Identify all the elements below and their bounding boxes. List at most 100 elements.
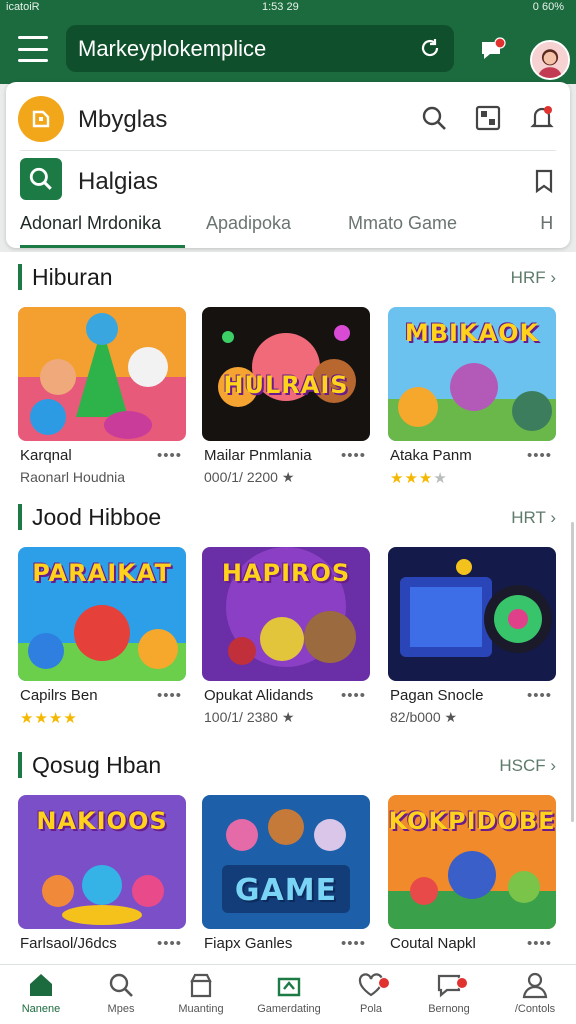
profile-icon (522, 972, 548, 999)
brand-logo (18, 96, 64, 142)
home-icon (30, 974, 52, 996)
section-qosug-hban: Qosug Hban HSCF › NAKIOOS Farlsaol/J6dcs… (0, 740, 576, 952)
brand-row: Mbyglas (6, 94, 570, 144)
game-subtitle: 100/1/ 2380 ★ (204, 709, 295, 725)
tab-mmato-game[interactable]: Mmato Game (348, 206, 457, 248)
game-thumbnail[interactable]: GAME (202, 795, 370, 929)
bookmark-icon[interactable] (532, 168, 556, 194)
nav-search[interactable]: Mpes (80, 971, 162, 1015)
more-options-icon[interactable]: •••• (341, 935, 366, 952)
game-subtitle: 000/1/ 2200 ★ (204, 469, 295, 485)
search-input[interactable] (78, 33, 408, 65)
search-icon (29, 167, 52, 190)
clock: 1:53 29 (262, 1, 299, 13)
game-title: Fiapx Ganles (204, 935, 293, 952)
more-options-icon[interactable]: •••• (157, 687, 182, 704)
game-thumbnail[interactable] (388, 547, 556, 681)
section-header: Qosug Hban HSCF › (0, 740, 576, 780)
notification-icon[interactable] (528, 104, 556, 132)
game-icon (277, 977, 301, 997)
tab-apadipoka[interactable]: Apadipoka (206, 206, 291, 248)
game-card[interactable]: MBIKAOK Ataka Panm •••• ★★★★ (388, 307, 556, 487)
notification-badge (456, 977, 468, 989)
game-title: Ataka Panm (390, 447, 472, 464)
tab-adonarl[interactable]: Adonarl Mrdonika (20, 206, 185, 248)
carrier-text: icatoiR (6, 1, 40, 13)
section-header: Jood Hibboe HRT › (0, 492, 576, 532)
game-card[interactable]: Karqnal •••• Raonarl Houdnia (18, 307, 186, 485)
battery-text: 0 60% (532, 1, 564, 13)
search-icon (109, 973, 133, 997)
menu-icon[interactable] (18, 36, 48, 62)
game-card[interactable]: HAPIROS Opukat Alidands •••• 100/1/ 2380… (202, 547, 370, 725)
category-tabs: Adonarl Mrdonika Apadipoka Mmato Game ᕼ (6, 206, 570, 248)
nav-profile[interactable]: /Contols (494, 971, 576, 1015)
status-bar: icatoiR 1:53 29 0 60% (0, 0, 576, 14)
more-options-icon[interactable]: •••• (527, 935, 552, 952)
divider (20, 150, 556, 151)
more-options-icon[interactable]: •••• (527, 687, 552, 704)
game-card[interactable]: KOKPIDOBE Coutal Napkl •••• (388, 795, 556, 952)
section-accent (18, 504, 22, 530)
game-title: Mailar Pnmlania (204, 447, 312, 464)
section-header: Hiburan HRF › (0, 252, 576, 292)
game-card[interactable]: HULRAIS Mailar Pnmlania •••• 000/1/ 2200… (202, 307, 370, 485)
game-card[interactable]: NAKIOOS Farlsaol/J6dcs •••• (18, 795, 186, 952)
see-more-link[interactable]: HRF › (511, 268, 556, 288)
game-card[interactable]: GAME Fiapx Ganles •••• (202, 795, 370, 952)
store-icon (190, 973, 212, 998)
game-title: Karqnal (20, 447, 72, 464)
star-rating: ★★★★ (390, 470, 448, 487)
more-options-icon[interactable]: •••• (157, 447, 182, 464)
game-thumbnail[interactable]: MBIKAOK (388, 307, 556, 441)
section-title: Jood Hibboe (32, 504, 162, 530)
chat-icon[interactable] (478, 36, 508, 64)
see-more-link[interactable]: HSCF › (499, 756, 556, 776)
game-subtitle: 82/b000 ★ (390, 709, 458, 725)
nav-favorites[interactable]: Pola (330, 971, 412, 1015)
section-accent (18, 752, 22, 778)
game-thumbnail[interactable]: NAKIOOS (18, 795, 186, 929)
section-jood-hibboe: Jood Hibboe HRT › PARAIKAT Capilrs Ben •… (0, 492, 576, 727)
section-title: Hiburan (32, 264, 113, 290)
see-more-link[interactable]: HRT › (511, 508, 556, 528)
scrollbar[interactable] (571, 522, 574, 822)
nav-chat[interactable]: Bernong (408, 971, 490, 1015)
search-bar[interactable] (66, 25, 454, 72)
notification-badge (378, 977, 390, 989)
game-thumbnail[interactable]: HAPIROS (202, 547, 370, 681)
brand-title: Mbyglas (78, 106, 168, 133)
section-hiburan: Hiburan HRF › Karqnal •••• Raonarl Houdn… (0, 252, 576, 487)
more-options-icon[interactable]: •••• (157, 935, 182, 952)
game-thumbnail[interactable]: KOKPIDOBE (388, 795, 556, 929)
nav-store[interactable]: Muanting (160, 971, 242, 1015)
more-options-icon[interactable]: •••• (527, 447, 552, 464)
nav-home[interactable]: Nanene (0, 971, 82, 1015)
nav-game[interactable]: Gamerdating (248, 971, 330, 1015)
game-title: Pagan Snocle (390, 687, 484, 704)
search-icon[interactable] (420, 104, 448, 132)
section-title: Qosug Hban (32, 752, 162, 778)
bottom-nav: Nanene Mpes Muanting Gamerdating Pola Be… (0, 964, 576, 1024)
star-rating: ★★★★ (20, 710, 78, 727)
qr-scan-icon[interactable] (474, 104, 502, 132)
game-thumbnail[interactable] (18, 307, 186, 441)
game-title: Farlsaol/J6dcs (20, 935, 117, 952)
avatar[interactable] (530, 40, 570, 80)
top-sheet: Mbyglas Halgias Adonarl Mrdonika Apadipo… (6, 82, 570, 248)
more-options-icon[interactable]: •••• (341, 447, 366, 464)
game-card[interactable]: Pagan Snocle •••• 82/b000 ★ (388, 547, 556, 725)
game-card[interactable]: PARAIKAT Capilrs Ben •••• ★★★★ (18, 547, 186, 727)
card-row: PARAIKAT Capilrs Ben •••• ★★★★ HAPIROS O… (18, 547, 564, 727)
game-title: Coutal Napkl (390, 935, 476, 952)
app-bar (0, 14, 576, 84)
tab-more[interactable]: ᕼ (540, 206, 554, 248)
card-row: Karqnal •••• Raonarl Houdnia HULRAIS Mai… (18, 307, 564, 487)
game-thumbnail[interactable]: PARAIKAT (18, 547, 186, 681)
search-button[interactable] (20, 158, 62, 200)
more-options-icon[interactable]: •••• (341, 687, 366, 704)
game-subtitle: Raonarl Houdnia (20, 469, 126, 485)
card-row: NAKIOOS Farlsaol/J6dcs •••• GAME Fiapx G… (18, 795, 564, 975)
refresh-icon[interactable] (418, 36, 442, 60)
game-thumbnail[interactable]: HULRAIS (202, 307, 370, 441)
